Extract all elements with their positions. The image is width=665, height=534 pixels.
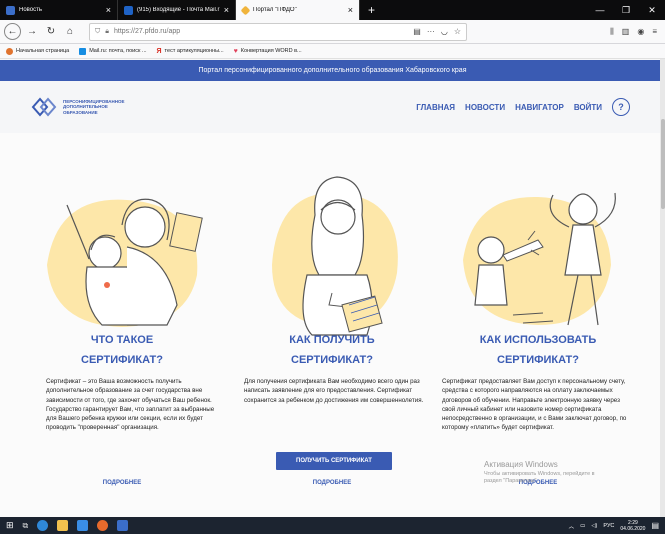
bookmarks-bar: Начальная страница Mail.ru: почта, поиск… [0, 44, 665, 59]
watermark-title: Активация Windows [484, 460, 558, 469]
back-button[interactable]: ← [4, 23, 21, 40]
watermark-line: Чтобы активировать Windows, перейдите в [484, 471, 595, 477]
lock-icon: 🔒︎ [105, 27, 109, 35]
close-window-icon[interactable]: ✕ [639, 5, 665, 16]
network-icon[interactable]: ▭ [580, 523, 585, 529]
pfdo-tab-icon [240, 5, 251, 15]
get-certificate-button[interactable]: ПОЛУЧИТЬ СЕРТИФИКАТ [276, 452, 392, 470]
home-button[interactable]: ⌂ [62, 24, 78, 40]
firefox-icon [6, 47, 13, 55]
shield-icon: ⛉ [95, 27, 101, 35]
notifications-icon[interactable]: ▤ [651, 521, 659, 530]
news-tab-icon [6, 5, 15, 15]
reload-button[interactable]: ↻ [43, 24, 59, 40]
browser-tab-pfdo[interactable]: Портал "ПФДО" × [236, 0, 360, 20]
more-link[interactable]: ПОДРОБНЕЕ [22, 480, 222, 486]
mail-tab-icon [124, 5, 133, 15]
sidebar-icon[interactable]: ▥ [622, 27, 630, 37]
windows-activation-watermark: Активация Windows Чтобы активировать Win… [484, 460, 595, 485]
explorer-icon[interactable] [57, 520, 69, 531]
browser-tab-news[interactable]: Новость × [0, 0, 118, 20]
minimize-icon[interactable]: — [587, 5, 613, 15]
close-tab-icon[interactable]: × [348, 5, 353, 15]
bookmark-label: Конвертация WORD в... [240, 48, 302, 54]
url-text: https://27.pfdo.ru/app [113, 28, 181, 35]
clock-date: 04.06.2020 [620, 525, 646, 532]
new-tab-button[interactable]: + [360, 0, 383, 20]
watermark-line: раздел "Параметры". [484, 478, 539, 485]
pocket-icon[interactable]: ◡ [441, 27, 448, 36]
browser-navbar: ← → ↻ ⌂ ⛉ 🔒︎ https://27.pfdo.ru/app ▤ ··… [0, 20, 665, 44]
browser-tab-mail[interactable]: (915) Входящие - Почта Mail.r × [118, 0, 236, 20]
heart-icon: ♥ [233, 47, 238, 55]
language-indicator[interactable]: РУС [603, 523, 614, 529]
firefox-icon[interactable] [97, 520, 109, 531]
logo-line: ОБРАЗОВАНИЕ [63, 109, 98, 115]
maximize-icon[interactable]: ❐ [613, 5, 639, 16]
column-text: Сертификат предоставляет Вам доступ к пе… [442, 378, 627, 432]
clock[interactable]: 2:29 04.06.2020 [620, 520, 645, 532]
site-logo[interactable]: ПЕРСОНИФИЦИРОВАННОЕ ДОПОЛНИТЕЛЬНОЕ ОБРАЗ… [30, 96, 125, 118]
main-menu: ГЛАВНАЯ НОВОСТИ НАВИГАТОР ВОЙТИ ? [416, 98, 630, 116]
close-tab-icon[interactable]: × [106, 5, 111, 15]
hamburger-menu-icon[interactable]: ≡ [652, 27, 657, 37]
bookmark-label: тест артикуляционны... [164, 48, 224, 54]
column-title: КАК ПОЛУЧИТЬ СЕРТИФИКАТ? [289, 334, 375, 367]
reader-view-icon[interactable]: ▤ [413, 27, 421, 36]
edge-icon[interactable] [37, 520, 49, 531]
bookmark-item[interactable]: Я тест артикуляционны... [157, 48, 224, 55]
library-icon[interactable]: ⫼ [610, 27, 614, 37]
logo-icon [31, 97, 57, 117]
column-title: ЧТО ТАКОЕ СЕРТИФИКАТ? [81, 334, 163, 367]
site-header: ПЕРСОНИФИЦИРОВАННОЕ ДОПОЛНИТЕЛЬНОЕ ОБРАЗ… [0, 81, 660, 133]
menu-item-navigator[interactable]: НАВИГАТОР [515, 103, 564, 112]
page-scrollbar[interactable] [660, 59, 665, 517]
windows-taskbar: ⊞ ⧉ ︿ ▭ ◁) РУС 2:29 04.06.2020 ▤ [0, 517, 665, 534]
account-icon[interactable]: ◉ [637, 27, 644, 37]
column-text: Сертификат – это Ваша возможность получи… [46, 378, 215, 432]
bookmark-item[interactable]: Mail.ru: почта, поиск ... [79, 47, 147, 55]
task-view-icon[interactable]: ⧉ [23, 521, 29, 531]
column-text: Для получения сертификата Вам необходимо… [244, 378, 424, 404]
volume-icon[interactable]: ◁) [591, 523, 597, 529]
woman-writing-illustration [272, 176, 398, 336]
bookmark-label: Начальная страница [16, 48, 70, 54]
mail-icon [79, 47, 87, 55]
tab-label: (915) Входящие - Почта Mail.r [137, 7, 220, 13]
bookmark-item[interactable]: ♥ Конвертация WORD в... [234, 48, 302, 55]
page-actions-icon[interactable]: ··· [427, 27, 435, 36]
menu-item-news[interactable]: НОВОСТИ [465, 103, 505, 112]
scrollbar-thumb[interactable] [660, 119, 665, 209]
menu-item-home[interactable]: ГЛАВНАЯ [416, 103, 455, 112]
system-tray: ︿ ▭ ◁) РУС 2:29 04.06.2020 ▤ [569, 520, 659, 532]
app-icon[interactable] [117, 520, 129, 531]
yandex-icon: Я [156, 47, 162, 55]
menu-item-login[interactable]: ВОЙТИ [574, 103, 602, 112]
bookmark-label: Mail.ru: почта, поиск ... [89, 48, 147, 54]
children-playing-illustration [463, 192, 616, 326]
tray-chevron-icon[interactable]: ︿ [569, 522, 575, 530]
bookmark-item[interactable]: Начальная страница [6, 47, 70, 55]
column-title: КАК ИСПОЛЬЗОВАТЬ СЕРТИФИКАТ? [479, 334, 597, 367]
window-controls: — ❐ ✕ [587, 0, 665, 20]
store-icon[interactable] [77, 520, 89, 531]
browser-tab-strip: Новость × (915) Входящие - Почта Mail.r … [0, 0, 665, 20]
forward-button[interactable]: → [24, 24, 40, 40]
site-banner: Портал персонифицированного дополнительн… [0, 60, 665, 81]
help-button[interactable]: ? [612, 98, 630, 116]
tab-label: Новость [19, 7, 43, 13]
address-bar[interactable]: ⛉ 🔒︎ https://27.pfdo.ru/app ▤ ··· ◡ ☆ [89, 22, 467, 41]
bookmark-star-icon[interactable]: ☆ [454, 27, 461, 36]
more-link[interactable]: ПОДРОБНЕЕ [232, 480, 432, 486]
tab-label: Портал "ПФДО" [253, 7, 297, 13]
close-tab-icon[interactable]: × [224, 5, 229, 15]
mother-child-illustration [47, 198, 203, 327]
windows-start-icon[interactable]: ⊞ [6, 520, 14, 531]
